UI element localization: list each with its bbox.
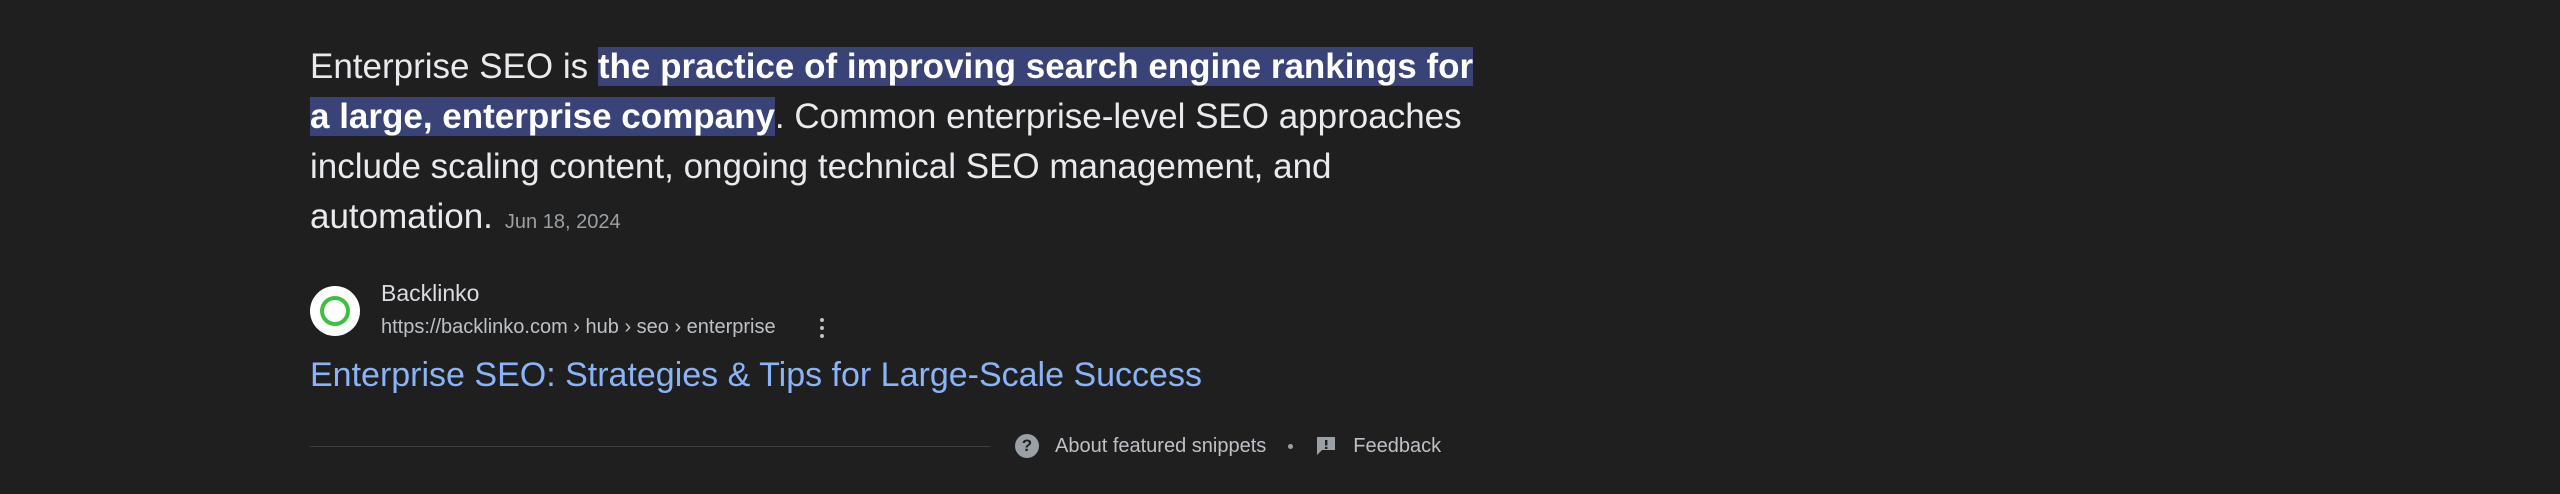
source-attribution: Backlinko https://backlinko.com › hub › …: [310, 280, 1210, 346]
site-name[interactable]: Backlinko: [381, 280, 479, 307]
result-title-link[interactable]: Enterprise SEO: Strategies & Tips for La…: [310, 356, 1202, 395]
about-featured-snippets-label: About featured snippets: [1055, 434, 1267, 457]
snippet-footer: ? About featured snippets Feedback: [1015, 431, 1441, 461]
snippet-lead: Enterprise SEO is: [310, 47, 598, 86]
feedback-icon: [1317, 437, 1336, 455]
more-vert-icon[interactable]: [810, 314, 834, 342]
site-url[interactable]: https://backlinko.com › hub › seo › ente…: [381, 316, 776, 339]
about-featured-snippets-link[interactable]: ? About featured snippets: [1015, 434, 1266, 458]
backlinko-logo-icon[interactable]: [310, 286, 360, 336]
feedback-label: Feedback: [1353, 434, 1442, 457]
footer-divider: [310, 446, 990, 447]
featured-snippet-text: Enterprise SEO is the practice of improv…: [310, 42, 1490, 247]
feedback-link[interactable]: Feedback: [1315, 435, 1441, 458]
snippet-date: Jun 18, 2024: [504, 211, 621, 233]
separator-dot: [1288, 443, 1294, 449]
help-icon: ?: [1015, 434, 1039, 458]
